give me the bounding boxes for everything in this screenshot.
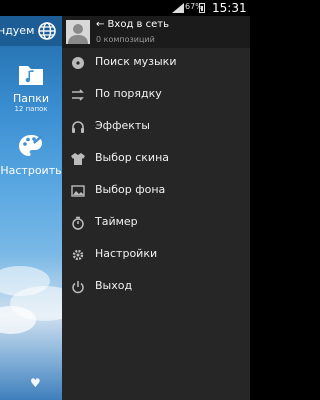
headphones-icon	[72, 121, 84, 133]
menu-item-label: Поиск музыки	[95, 55, 177, 68]
timer-icon	[72, 216, 84, 230]
menu-item-music-search[interactable]: Поиск музыки	[62, 47, 250, 79]
menu-item-order[interactable]: По порядку	[62, 79, 250, 111]
signal-icon	[172, 3, 184, 13]
menu-item-label: Таймер	[95, 215, 138, 228]
menu-item-label: Выход	[95, 279, 133, 292]
menu-item-skin[interactable]: Выбор скина	[62, 143, 250, 175]
menu-item-background[interactable]: Выбор фона	[62, 175, 250, 207]
menu-item-label: Выбор скина	[95, 151, 169, 164]
battery-icon	[199, 3, 205, 13]
image-icon	[71, 185, 85, 197]
navigation-drawer: ← Вход в сеть 0 композиций Поиск музыки …	[62, 16, 250, 400]
status-bar: 67% 15:31	[0, 0, 250, 16]
palette-icon	[19, 135, 43, 156]
folders-tile[interactable]: Папки 12 папок	[0, 60, 62, 113]
menu-item-label: По порядку	[95, 87, 162, 100]
heart-icon[interactable]: ♥	[30, 376, 41, 390]
menu-item-label: Эффекты	[95, 119, 150, 132]
background-app-panel: ндуем Папки 12 папок Настроить ♥	[0, 16, 62, 400]
menu-item-settings[interactable]: Настройки	[62, 239, 250, 271]
menu-item-effects[interactable]: Эффекты	[62, 111, 250, 143]
background-app-title: ндуем	[0, 24, 35, 37]
login-link[interactable]: ← Вход в сеть	[96, 19, 169, 30]
customize-tile[interactable]: Настроить	[0, 132, 62, 177]
menu-item-exit[interactable]: Выход	[62, 271, 250, 303]
user-icon	[66, 20, 90, 44]
music-disc-icon	[72, 57, 84, 69]
compositions-count: 0 композиций	[96, 35, 155, 44]
customize-tile-label: Настроить	[0, 164, 62, 177]
avatar[interactable]	[66, 20, 90, 44]
order-arrows-icon	[72, 89, 84, 101]
power-icon	[72, 281, 84, 294]
folders-tile-count: 12 папок	[14, 105, 48, 113]
drawer-header[interactable]: ← Вход в сеть 0 композиций	[62, 16, 250, 48]
status-time: 15:31	[212, 1, 247, 15]
background-app-header: ндуем	[0, 16, 62, 46]
folders-tile-label: Папки	[13, 92, 49, 105]
menu-item-label: Настройки	[95, 247, 158, 260]
menu-item-timer[interactable]: Таймер	[62, 207, 250, 239]
gear-icon	[72, 249, 84, 261]
menu-item-label: Выбор фона	[95, 183, 166, 196]
globe-icon[interactable]	[38, 22, 56, 40]
tshirt-icon	[71, 153, 85, 165]
folder-music-icon	[19, 66, 43, 85]
